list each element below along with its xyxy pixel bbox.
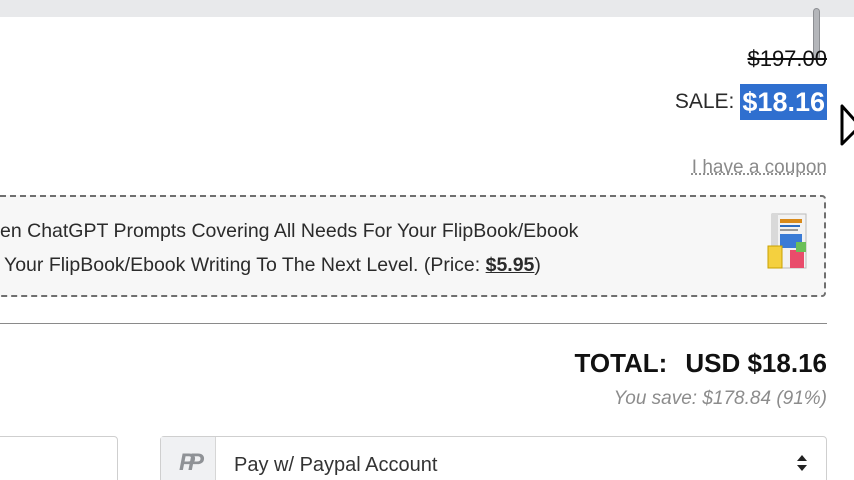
order-bump-box[interactable]: en ChatGPT Prompts Covering All Needs Fo…	[0, 195, 826, 297]
sale-label: SALE:	[674, 90, 735, 113]
order-bump-text: Your FlipBook/Ebook Writing To The Next …	[4, 254, 486, 276]
checkout-page: $197.00 SALE: $18.16 I have a coupon en …	[0, 0, 854, 480]
section-divider	[0, 323, 827, 324]
left-form-field[interactable]	[0, 436, 118, 480]
ebook-cover-icon	[767, 213, 807, 269]
paypal-icon: PP	[178, 449, 204, 476]
mouse-cursor-icon	[840, 104, 854, 146]
order-bump-price: $5.95	[485, 254, 535, 276]
original-price: $197.00	[747, 46, 827, 71]
savings-text: You save: $178.84 (91%)	[613, 388, 827, 409]
select-arrows-icon	[797, 455, 807, 471]
total-row: TOTAL: USD $18.16	[574, 348, 827, 379]
payment-method-select[interactable]: PP Pay w/ Paypal Account	[160, 436, 827, 480]
payment-method-value: Pay w/ Paypal Account	[234, 454, 438, 476]
sale-price: $18.16	[740, 84, 827, 120]
coupon-link[interactable]: I have a coupon	[692, 157, 827, 179]
paypal-addon: PP	[161, 437, 216, 480]
order-bump-close-paren: )	[534, 254, 541, 276]
top-bar	[0, 0, 854, 17]
sale-price-row: SALE: $18.16	[675, 84, 827, 120]
total-label: TOTAL:	[574, 348, 668, 378]
order-bump-description: en ChatGPT Prompts Covering All Needs Fo…	[0, 220, 579, 242]
total-amount: USD $18.16	[685, 348, 827, 378]
order-bump-price-line: Your FlipBook/Ebook Writing To The Next …	[4, 254, 541, 277]
